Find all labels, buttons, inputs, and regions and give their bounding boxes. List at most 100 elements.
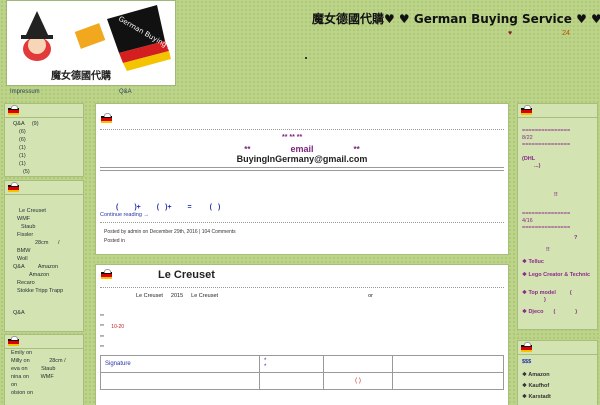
list-item[interactable]: (1): [5, 160, 83, 168]
shop-link-karstadt[interactable]: ❖ Karstadt: [522, 394, 551, 400]
divider: [100, 170, 504, 171]
asterisk-note: **: [100, 335, 104, 341]
list-item[interactable]: Q&A (9): [5, 120, 83, 128]
list-item[interactable]: BMW: [5, 247, 83, 255]
divider: [100, 129, 504, 130]
link-lego[interactable]: ❖ Lego Creator & Technic: [522, 272, 590, 278]
meta-number: 24: [562, 30, 570, 37]
table-cell: [100, 372, 260, 390]
shops-heading: $$$: [522, 359, 532, 365]
list-item[interactable]: Q&A: [5, 309, 83, 317]
list-item[interactable]: Amazon: [5, 271, 83, 279]
comment-list: Emily on Milly on 28cm / eva on Staub ni…: [5, 349, 83, 397]
divider: [100, 222, 504, 223]
list-item[interactable]: Woll: [5, 255, 83, 263]
list-item[interactable]: Recaro: [5, 279, 83, 287]
email-line: ** email **: [244, 144, 360, 154]
logo-text: 魔女德國代購: [51, 71, 111, 82]
list-item[interactable]: on: [11, 381, 83, 389]
category-list: Q&A (9) (6) (6) (1) (1) (1) (5): [5, 118, 83, 176]
german-flag-icon: [8, 182, 19, 192]
list-item[interactable]: (1): [5, 144, 83, 152]
table-cell: ( ): [323, 372, 393, 390]
list-item[interactable]: Emily on: [11, 349, 83, 357]
sidebar-categories: Q&A (9) (6) (6) (1) (1) (1) (5): [4, 103, 84, 177]
post-title[interactable]: Le Creuset: [158, 269, 215, 281]
link-telluc[interactable]: ❖ Telluc: [522, 259, 544, 265]
list-item[interactable]: (6): [5, 136, 83, 144]
right-sidebar-shops: $$$ ❖ Amazon ❖ Kaufhof ❖ Karstadt: [517, 340, 598, 405]
table-row: Signature * *: [100, 355, 504, 373]
tag-list: Le Creuset WMF Staub Fissler 28cm / BMW …: [5, 195, 83, 317]
german-flag-icon: [521, 105, 532, 115]
list-item[interactable]: (5): [5, 168, 83, 176]
news-line: ?: [574, 235, 578, 241]
site-logo[interactable]: German Buying Service 魔女德國代購: [6, 0, 176, 86]
news-line: 8/22: [522, 135, 533, 141]
list-item[interactable]: olsion on: [11, 389, 83, 397]
sidebar-comments: Emily on Milly on 28cm / eva on Staub ni…: [4, 334, 84, 405]
divider: [100, 167, 504, 168]
list-item[interactable]: WMF: [5, 215, 83, 223]
german-flag-icon: [8, 336, 19, 346]
link-top-model[interactable]: ❖ Top model(: [522, 290, 572, 296]
post-card-2: Le Creuset Le Creuset 2015 Le Creuset or **…: [95, 264, 509, 405]
decor-dot: [305, 57, 307, 59]
news-line: ===============: [522, 211, 571, 217]
news-line: 4/16: [522, 218, 533, 224]
news-line: !!: [554, 192, 558, 198]
list-item[interactable]: 28cm /: [5, 239, 83, 247]
news-line: ...): [534, 163, 541, 169]
table-cell: [259, 372, 324, 390]
divider: [100, 287, 504, 288]
widget-header: [518, 104, 597, 118]
list-item[interactable]: Stokke Tripp Trapp: [5, 287, 83, 295]
shop-link-amazon[interactable]: ❖ Amazon: [522, 372, 550, 378]
list-item[interactable]: Le Creuset: [5, 207, 83, 215]
site-title[interactable]: 魔女德國代購♥ ♥ German Buying Service ♥ ♥: [312, 10, 600, 27]
list-item[interactable]: (1): [5, 152, 83, 160]
list-item[interactable]: Staub: [5, 223, 83, 231]
site-meta: ♥ 24: [508, 30, 570, 37]
news-line: ===============: [522, 142, 571, 148]
widget-header: [5, 335, 83, 349]
table-cell: [392, 372, 504, 390]
asterisk-note: **: [100, 345, 104, 351]
widget-header: [518, 341, 597, 355]
widget-header: [5, 104, 83, 118]
table-cell: [392, 355, 504, 373]
shop-link-kaufhof[interactable]: ❖ Kaufhof: [522, 383, 549, 389]
widget-header: [5, 181, 83, 195]
german-flag-icon: [8, 105, 19, 115]
news-line: ===============: [522, 225, 571, 231]
asterisk-note: **: [100, 314, 104, 320]
formula-line: ()+()+ =(): [116, 204, 221, 211]
german-flag-icon: [101, 113, 112, 123]
table-cell[interactable]: Signature: [100, 355, 260, 373]
right-sidebar-news: =============== 8/22 =============== (DH…: [517, 103, 598, 330]
list-item[interactable]: Q&A Amazon: [5, 263, 83, 271]
german-flag-icon: [521, 342, 532, 352]
table-row: ( ): [100, 372, 504, 390]
link-djeco[interactable]: ❖ Djeco(): [522, 309, 577, 315]
heart-icon: ♥: [508, 30, 513, 37]
table-cell: * *: [259, 355, 324, 373]
continue-reading-link[interactable]: Continue reading →: [100, 212, 149, 218]
email-address[interactable]: BuyingInGermany@gmail.com: [96, 154, 508, 164]
news-line: ): [544, 297, 546, 303]
german-flag-icon: [101, 269, 112, 279]
list-item[interactable]: eva on Staub: [11, 365, 83, 373]
news-line: (DHL: [522, 156, 536, 162]
post-intro: Le Creuset 2015 Le Creuset or: [136, 293, 373, 299]
list-item[interactable]: (6): [5, 128, 83, 136]
list-item[interactable]: Fissler: [5, 231, 83, 239]
news-line: ===============: [522, 128, 571, 134]
nav-item-qa[interactable]: Q&A: [119, 89, 132, 95]
list-item[interactable]: nina on WMF: [11, 373, 83, 381]
post-card-1: ** ** ** ** email ** BuyingInGermany@gmail…: [95, 103, 509, 255]
nav-item-impressum[interactable]: Impressum: [10, 89, 40, 95]
list-item[interactable]: Milly on 28cm /: [11, 357, 83, 365]
news-line: !!: [546, 247, 550, 253]
post-meta: Posted by admin on December 29th, 2016 |…: [104, 229, 236, 235]
asterisk-note: ** 10-20: [100, 324, 125, 330]
